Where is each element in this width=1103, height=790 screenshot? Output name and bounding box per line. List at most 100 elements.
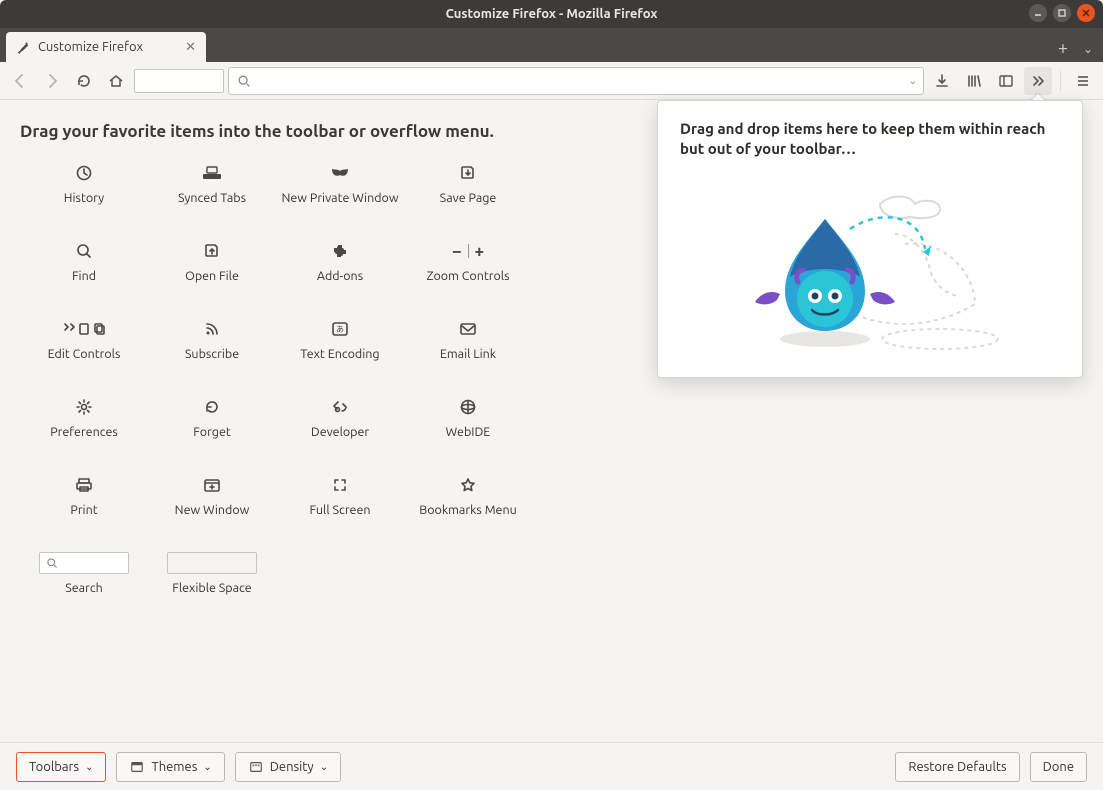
palette-item-bookmarks[interactable]: Bookmarks Menu xyxy=(404,467,532,539)
tab-label: Customize Firefox xyxy=(38,40,143,54)
history-icon xyxy=(75,161,93,185)
palette-item-flexspace[interactable]: Flexible Space xyxy=(148,545,276,617)
window-title: Customize Firefox - Mozilla Firefox xyxy=(446,7,658,21)
back-button[interactable] xyxy=(6,67,34,95)
palette-item-label: Add-ons xyxy=(317,269,363,299)
palette-item-dev[interactable]: Developer xyxy=(276,389,404,461)
minimize-button[interactable] xyxy=(1029,4,1047,22)
palette-item-mask[interactable]: New Private Window xyxy=(276,155,404,227)
palette-item-history[interactable]: History xyxy=(20,155,148,227)
themes-menu-button[interactable]: Themes⌄ xyxy=(116,752,224,782)
palette-item-email[interactable]: Email Link xyxy=(404,311,532,383)
addons-icon xyxy=(331,239,349,263)
search-icon xyxy=(237,74,251,88)
encoding-icon: あ xyxy=(331,317,349,341)
forget-icon xyxy=(203,395,221,419)
palette-item-webide[interactable]: WebIDE xyxy=(404,389,532,461)
tab-customize[interactable]: Customize Firefox ✕ xyxy=(6,32,206,62)
openfile-icon xyxy=(203,239,221,263)
app-menu-button[interactable] xyxy=(1069,67,1097,95)
overflow-panel[interactable]: Drag and drop items here to keep them wi… xyxy=(657,100,1083,378)
palette-item-searchbox[interactable]: Search xyxy=(20,545,148,617)
nav-placeholder-box[interactable] xyxy=(134,69,224,93)
customize-main: Drag your favorite items into the toolba… xyxy=(0,100,1103,742)
email-icon xyxy=(459,317,477,341)
customize-footer: Toolbars⌄ Themes⌄ Density⌄ Restore Defau… xyxy=(0,742,1103,790)
palette-item-label: Find xyxy=(72,269,96,299)
palette-item-label: New Private Window xyxy=(281,191,398,221)
svg-text:あ: あ xyxy=(336,325,344,334)
overflow-button[interactable] xyxy=(1024,67,1052,95)
palette-item-label: Preferences xyxy=(50,425,118,455)
synced-icon xyxy=(202,161,222,185)
palette-item-edit[interactable]: Edit Controls xyxy=(20,311,148,383)
downloads-button[interactable] xyxy=(928,67,956,95)
searchbox-icon xyxy=(39,551,129,575)
palette-item-label: Forget xyxy=(193,425,231,455)
palette-item-save[interactable]: Save Page xyxy=(404,155,532,227)
theme-icon xyxy=(129,759,145,775)
new-tab-button[interactable]: + xyxy=(1051,38,1075,58)
prefs-icon xyxy=(75,395,93,419)
fullscreen-icon xyxy=(332,473,348,497)
home-button[interactable] xyxy=(102,67,130,95)
overflow-panel-text: Drag and drop items here to keep them wi… xyxy=(680,119,1060,160)
restore-defaults-button[interactable]: Restore Defaults xyxy=(895,752,1019,782)
done-button[interactable]: Done xyxy=(1030,752,1087,782)
library-button[interactable] xyxy=(960,67,988,95)
palette-item-label: Subscribe xyxy=(185,347,239,377)
save-icon xyxy=(459,161,477,185)
flexspace-icon xyxy=(167,551,257,575)
density-label: Density xyxy=(270,760,314,774)
newwin-icon xyxy=(203,473,221,497)
all-tabs-button[interactable]: ⌄ xyxy=(1079,42,1097,56)
url-bar[interactable]: ⌄ xyxy=(228,67,924,95)
nav-toolbar: ⌄ xyxy=(0,62,1103,100)
palette-item-addons[interactable]: Add-ons xyxy=(276,233,404,305)
palette-item-newwin[interactable]: New Window xyxy=(148,467,276,539)
palette-item-prefs[interactable]: Preferences xyxy=(20,389,148,461)
bookmarks-icon xyxy=(460,473,476,497)
density-icon xyxy=(248,759,264,775)
chevron-down-icon: ⌄ xyxy=(203,761,211,773)
palette-item-label: WebIDE xyxy=(446,425,491,455)
palette-item-rss[interactable]: Subscribe xyxy=(148,311,276,383)
palette-item-label: Edit Controls xyxy=(48,347,121,377)
forward-button[interactable] xyxy=(38,67,66,95)
toolbar-separator xyxy=(1060,71,1061,91)
dev-icon xyxy=(331,395,349,419)
zoom-icon: −+ xyxy=(452,239,484,263)
palette-item-label: Text Encoding xyxy=(300,347,379,377)
density-menu-button[interactable]: Density⌄ xyxy=(235,752,341,782)
palette-item-zoom[interactable]: −+ Zoom Controls xyxy=(404,233,532,305)
reload-button[interactable] xyxy=(70,67,98,95)
palette-item-synced[interactable]: Synced Tabs xyxy=(148,155,276,227)
palette-item-label: Open File xyxy=(185,269,239,299)
chevron-down-icon: ⌄ xyxy=(85,761,93,773)
tab-close-icon[interactable]: ✕ xyxy=(185,40,196,55)
palette-item-openfile[interactable]: Open File xyxy=(148,233,276,305)
urlbar-dropdown-icon[interactable]: ⌄ xyxy=(909,75,917,87)
palette-item-find[interactable]: Find xyxy=(20,233,148,305)
palette-item-fullscreen[interactable]: Full Screen xyxy=(276,467,404,539)
mask-icon xyxy=(330,161,350,185)
webide-icon xyxy=(459,395,477,419)
palette-item-label: Developer xyxy=(311,425,369,455)
palette-item-label: History xyxy=(64,191,104,221)
window-titlebar: Customize Firefox - Mozilla Firefox xyxy=(0,0,1103,28)
palette-item-encoding[interactable]: あ Text Encoding xyxy=(276,311,404,383)
palette-item-label: Search xyxy=(65,581,103,611)
close-button[interactable] xyxy=(1077,4,1095,22)
toolbars-menu-button[interactable]: Toolbars⌄ xyxy=(16,752,106,782)
palette-item-print[interactable]: Print xyxy=(20,467,148,539)
edit-icon xyxy=(61,317,107,341)
palette-item-forget[interactable]: Forget xyxy=(148,389,276,461)
brush-icon xyxy=(16,40,30,54)
palette-item-label: Print xyxy=(70,503,97,533)
palette-item-label: Zoom Controls xyxy=(427,269,510,299)
palette-item-label: New Window xyxy=(175,503,250,533)
maximize-button[interactable] xyxy=(1053,4,1071,22)
sidebar-button[interactable] xyxy=(992,67,1020,95)
palette-item-label: Synced Tabs xyxy=(178,191,246,221)
find-icon xyxy=(75,239,93,263)
